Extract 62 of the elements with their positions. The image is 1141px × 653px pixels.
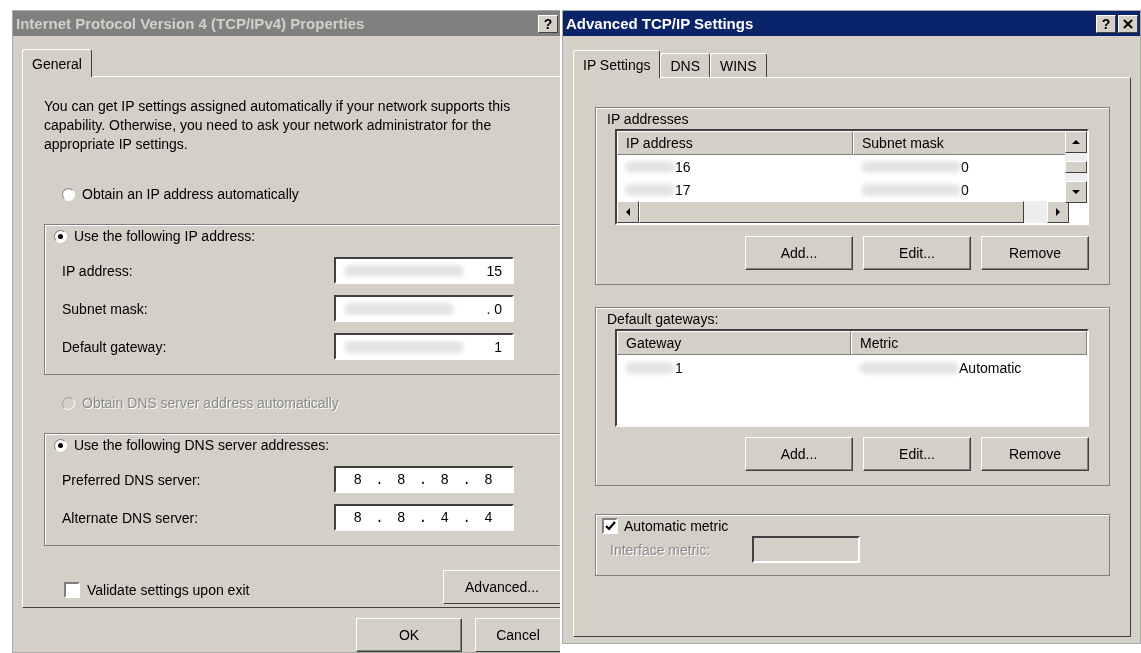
arrow-icon (1072, 188, 1080, 196)
tab[interactable]: DNS (660, 53, 710, 77)
radio-label: Use the following DNS server addresses: (74, 437, 330, 453)
close-button[interactable] (1118, 14, 1138, 33)
help-button[interactable]: ? (1096, 14, 1116, 33)
list-action-button[interactable]: Edit... (863, 236, 971, 270)
radio-label: Obtain DNS server address automatically (82, 395, 339, 411)
radio-label: Obtain an IP address automatically (82, 186, 299, 202)
tab[interactable]: General (22, 49, 92, 77)
checkbox[interactable] (602, 518, 618, 534)
list-action-button[interactable]: Add... (745, 236, 853, 270)
table-cell: 16 (617, 158, 853, 175)
group-title: IP addresses (607, 111, 689, 127)
vertical-scrollbar[interactable] (1065, 131, 1087, 203)
list-action-button[interactable]: Add... (745, 437, 853, 471)
window-title: Advanced TCP/IP Settings (566, 15, 754, 32)
arrow-icon (1054, 208, 1062, 216)
checkbox-label: Validate settings upon exit (87, 582, 250, 598)
column-header[interactable]: Subnet mask (853, 131, 1067, 155)
metric-field[interactable] (752, 536, 860, 563)
list-action-button[interactable]: Edit... (863, 437, 971, 471)
list-action-button[interactable]: Remove (981, 437, 1089, 471)
column-header[interactable]: IP address (617, 131, 853, 155)
field-label: Default gateway: (62, 338, 167, 355)
tab[interactable]: WINS (710, 53, 767, 77)
group-title: Default gateways: (607, 311, 719, 327)
table-cell: 0 (853, 158, 1067, 175)
table-cell: Automatic (851, 359, 1087, 376)
field-label: Preferred DNS server: (62, 471, 201, 488)
ip-field[interactable]: 8 . 8 . 4 . 4 (334, 504, 514, 531)
ip-field[interactable]: 15 (334, 257, 514, 284)
table-cell: 1 (617, 359, 851, 376)
column-header[interactable]: Gateway (617, 331, 851, 355)
help-button[interactable]: ? (538, 14, 558, 33)
table-cell: 0 (853, 181, 1067, 198)
radio-label: Use the following IP address: (74, 228, 256, 244)
arrow-icon (1072, 138, 1080, 146)
field-label: Alternate DNS server: (62, 509, 199, 526)
check-icon (604, 520, 616, 532)
arrow-icon (624, 208, 632, 216)
list-action-button[interactable]: Remove (981, 236, 1089, 270)
ip-field[interactable]: 8 . 8 . 8 . 8 (334, 466, 514, 493)
checkbox-label: Automatic metric (624, 518, 729, 534)
field-label: Subnet mask: (62, 300, 148, 317)
radio-button[interactable] (54, 438, 67, 452)
close-icon (1123, 18, 1133, 29)
radio-button[interactable] (62, 187, 75, 201)
scroll-thumb[interactable] (1065, 161, 1087, 173)
field-label: Interface metric: (610, 541, 711, 558)
dialog-button[interactable]: Cancel (475, 618, 560, 652)
ip-field[interactable]: . 0 (334, 295, 514, 322)
table-cell: 17 (617, 181, 853, 198)
advanced-button[interactable]: Advanced... (443, 570, 560, 604)
radio-button[interactable] (54, 229, 67, 243)
tab[interactable]: IP Settings (573, 50, 661, 78)
field-label: IP address: (62, 262, 133, 279)
dialog-button[interactable]: OK (356, 618, 462, 652)
ip-field[interactable]: 1 (334, 333, 514, 360)
description-text: You can get IP settings assigned automatically if your network supports this capability. Otherwise, you need to ask your network administrator for the appropriate IP settings. (44, 97, 512, 154)
window-title: Internet Protocol Version 4 (TCP/IPv4) Properties (16, 15, 365, 32)
column-header[interactable]: Metric (851, 331, 1087, 355)
checkbox[interactable] (64, 582, 80, 598)
